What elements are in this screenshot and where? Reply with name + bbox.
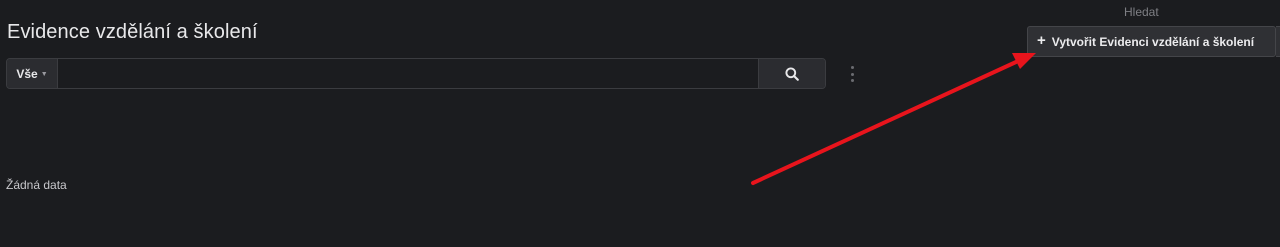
filter-dropdown-value: Vše xyxy=(16,66,38,81)
search-input[interactable] xyxy=(58,59,758,88)
page: Evidence vzdělání a školení Hledat + Vyt… xyxy=(0,0,1280,247)
adjacent-button-edge[interactable] xyxy=(1276,26,1280,57)
filter-dropdown[interactable]: Vše ▼ xyxy=(7,59,58,88)
search-bar: Vše ▼ xyxy=(6,58,826,89)
page-title: Evidence vzdělání a školení xyxy=(7,21,258,43)
vertical-ellipsis-icon[interactable] xyxy=(847,66,857,82)
create-record-button-label: Vytvořit Evidenci vzdělání a školení xyxy=(1051,34,1255,49)
create-record-button[interactable]: + Vytvořit Evidenci vzdělání a školení xyxy=(1027,26,1276,57)
empty-state-text: Žádná data xyxy=(6,178,67,192)
search-label: Hledat xyxy=(1124,5,1159,19)
plus-icon: + xyxy=(1037,32,1046,49)
search-icon xyxy=(785,66,799,81)
caret-down-icon: ▼ xyxy=(40,71,48,78)
search-button[interactable] xyxy=(758,59,825,88)
